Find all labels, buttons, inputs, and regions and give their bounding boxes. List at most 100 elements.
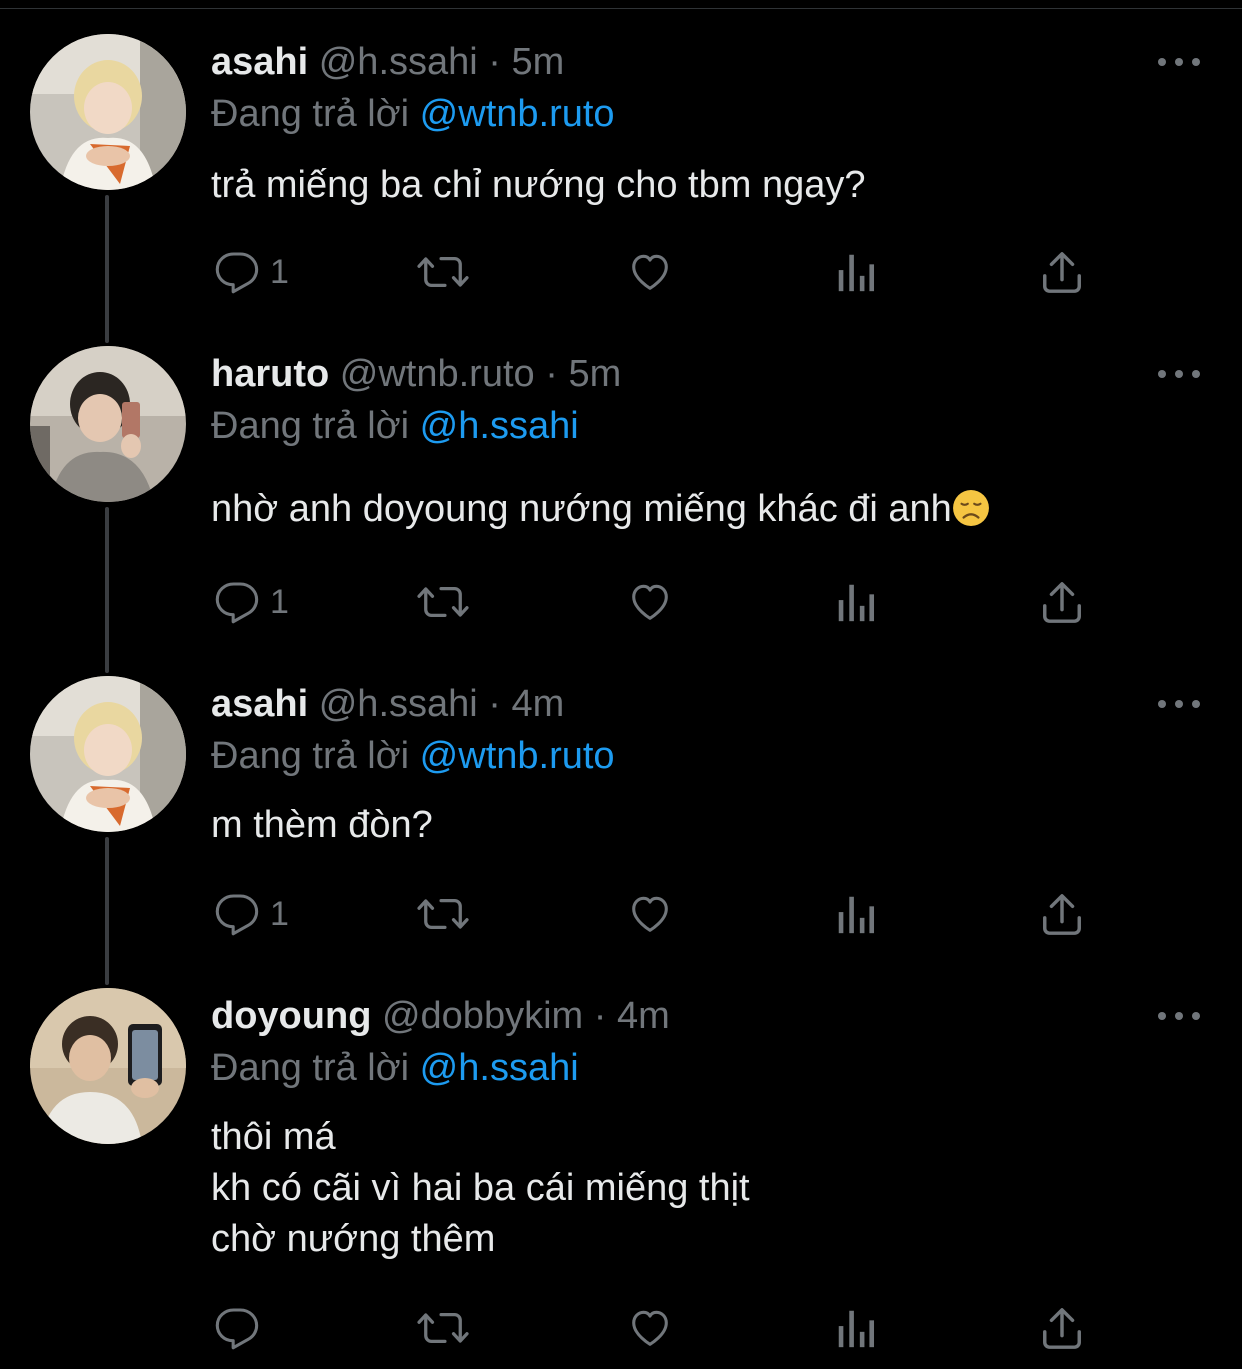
display-name[interactable]: doyoung [211,995,371,1037]
views-button[interactable] [836,242,876,302]
avatar-photo-mirror-selfie-icon [30,346,186,502]
like-button[interactable] [626,1298,674,1358]
views-button[interactable] [836,572,876,632]
views-button[interactable] [836,1298,876,1358]
more-options-icon[interactable] [1158,52,1200,72]
user-handle[interactable]: @wtnb.ruto [340,353,535,395]
share-icon [1043,252,1081,293]
retweet-icon [417,256,469,288]
retweet-icon [417,898,469,930]
reply-button[interactable]: 1 [214,884,289,944]
avatar[interactable] [30,676,186,832]
mention-link[interactable]: @wtnb.ruto [420,735,615,777]
avatar[interactable] [30,346,186,502]
more-options-icon[interactable] [1158,364,1200,384]
tweet[interactable]: doyoung @dobbykim · 4m Đang trả lời @h.s… [0,988,1242,1369]
separator-dot: · [488,683,501,725]
retweet-button[interactable] [416,884,470,944]
more-options-icon[interactable] [1158,1006,1200,1026]
like-icon [632,254,668,290]
timestamp[interactable]: 4m [512,683,565,725]
retweet-button[interactable] [416,1298,470,1358]
avatar[interactable] [30,34,186,190]
retweet-button[interactable] [416,242,470,302]
tweet-text: trả miếng ba chỉ nướng cho tbm ngay? [211,160,866,211]
replying-to: Đang trả lời @h.ssahi [211,1044,579,1092]
tweet-text-line: kh có cãi vì hai ba cái miếng thịt [211,1167,750,1209]
separator-dot: · [488,41,501,83]
display-name[interactable]: haruto [211,353,329,395]
user-handle[interactable]: @dobbykim [382,995,583,1037]
mention-link[interactable]: @h.ssahi [420,1047,579,1089]
more-options-icon[interactable] [1158,694,1200,714]
display-name[interactable]: asahi [211,41,308,83]
retweet-icon [417,586,469,618]
tweet[interactable]: asahi @h.ssahi · 4m Đang trả lời @wtnb.r… [0,676,1242,976]
replying-to-label: Đang trả lời [211,735,410,777]
user-handle[interactable]: @h.ssahi [319,41,478,83]
disappointed-face-icon [952,490,989,526]
like-icon [632,896,668,932]
timestamp[interactable]: 4m [617,995,670,1037]
reply-icon [215,1308,259,1350]
replying-to-label: Đang trả lời [211,1047,410,1089]
tweet[interactable]: asahi @h.ssahi · 5m Đang trả lời @wtnb.r… [0,34,1242,334]
action-bar: 1 [0,884,1242,944]
tweet-text: nhờ anh doyoung nướng miếng khác đi anh [211,484,990,535]
tweet-text-line: trả miếng ba chỉ nướng cho tbm ngay? [211,164,866,206]
tweet-text-line: m thèm đòn? [211,804,433,846]
separator-dot: · [545,353,558,395]
reply-button[interactable]: 1 [214,242,289,302]
share-icon [1043,894,1081,935]
avatar[interactable] [30,988,186,1144]
timestamp[interactable]: 5m [568,353,621,395]
display-name[interactable]: asahi [211,683,308,725]
reply-count: 1 [270,894,289,933]
separator-dot: · [593,995,607,1037]
reply-count: 1 [270,252,289,291]
tweet-header: asahi @h.ssahi · 5m [211,38,564,86]
avatar-photo-phone-icon [30,988,186,1144]
avatar-photo-blond-icon [30,676,186,832]
top-divider [0,0,1242,9]
user-handle[interactable]: @h.ssahi [319,683,478,725]
tweet-header: asahi @h.ssahi · 4m [211,680,564,728]
views-icon [838,254,875,292]
replying-to-label: Đang trả lời [211,405,410,447]
timestamp[interactable]: 5m [512,41,565,83]
tweet-header: doyoung @dobbykim · 4m [211,992,670,1040]
share-button[interactable] [1040,884,1084,944]
action-bar [0,1298,1242,1358]
avatar-photo-blond-icon [30,34,186,190]
share-button[interactable] [1040,572,1084,632]
replying-to-label: Đang trả lời [211,93,410,135]
views-icon [838,1310,875,1348]
tweet-text-line: chờ nướng thêm [211,1218,496,1260]
retweet-button[interactable] [416,572,470,632]
reply-button[interactable]: 1 [214,572,289,632]
like-button[interactable] [626,884,674,944]
mention-link[interactable]: @wtnb.ruto [420,93,615,135]
reply-icon [215,894,259,936]
tweet[interactable]: haruto @wtnb.ruto · 5m Đang trả lời @h.s… [0,346,1242,666]
views-button[interactable] [836,884,876,944]
action-bar: 1 [0,572,1242,632]
views-icon [838,584,875,622]
like-icon [632,1310,668,1346]
like-button[interactable] [626,572,674,632]
mention-link[interactable]: @h.ssahi [420,405,579,447]
share-button[interactable] [1040,242,1084,302]
reply-button[interactable] [214,1298,270,1358]
tweet-text-line: nhờ anh doyoung nướng miếng khác đi anh [211,484,990,535]
tweet-text-content: nhờ anh doyoung nướng miếng khác đi anh [211,488,952,530]
reply-icon [215,252,259,294]
share-button[interactable] [1040,1298,1084,1358]
like-icon [632,584,668,620]
views-icon [838,896,875,934]
like-button[interactable] [626,242,674,302]
share-icon [1043,1308,1081,1349]
share-icon [1043,582,1081,623]
replying-to: Đang trả lời @h.ssahi [211,402,579,450]
action-bar: 1 [0,242,1242,302]
retweet-icon [417,1312,469,1344]
